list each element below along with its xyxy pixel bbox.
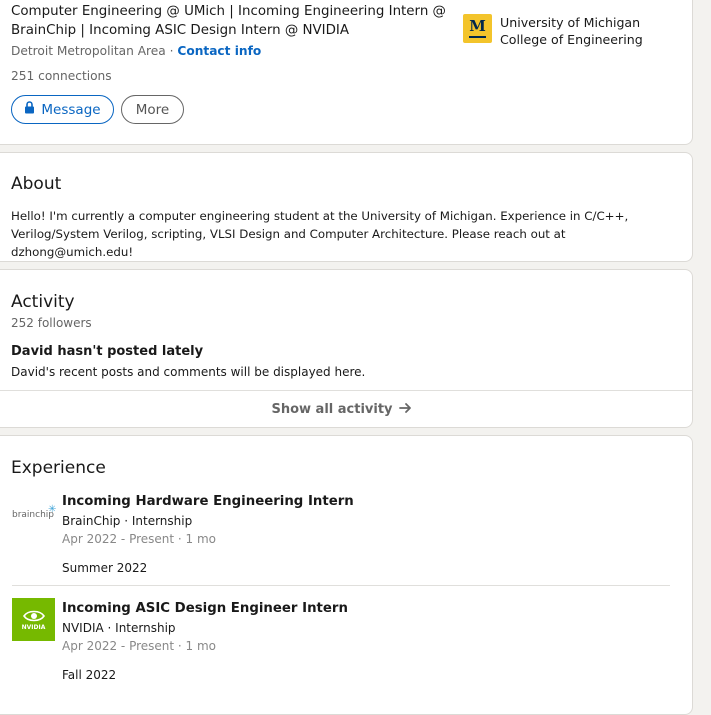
brainchip-logo[interactable]: brainchip ✳ [12,504,58,528]
experience-description: Summer 2022 [62,561,148,575]
message-button-label: Message [41,101,101,118]
experience-dates: Apr 2022 - Present · 1 mo [62,532,217,546]
arrow-right-icon [398,402,412,418]
headline-line-2: BrainChip | Incoming ASIC Design Intern … [11,23,350,38]
school-name-line2: College of Engineering [500,32,643,47]
message-button[interactable]: Message [11,95,114,124]
nvidia-logo[interactable]: NVIDIA [12,598,55,641]
no-posts-title: David hasn't posted lately [11,344,204,359]
experience-card: Experience brainchip ✳ Incoming Hardware… [0,435,693,715]
more-button[interactable]: More [121,95,184,124]
more-button-label: More [135,101,170,118]
about-title: About [11,174,62,194]
experience-role[interactable]: Incoming Hardware Engineering Intern [62,494,354,509]
activity-title: Activity [11,292,75,312]
profile-header-card: Computer Engineering @ UMich | Incoming … [0,0,693,145]
experience-dates: Apr 2022 - Present · 1 mo [62,639,217,653]
experience-company: BrainChip · Internship [62,514,193,528]
followers-count: 252 followers [11,316,92,330]
activity-card: Activity 252 followers David hasn't post… [0,269,693,428]
location-text: Detroit Metropolitan Area [11,44,166,58]
experience-description: Fall 2022 [62,668,117,682]
experience-company: NVIDIA · Internship [62,621,176,635]
show-all-activity-button[interactable]: Show all activity [0,391,692,428]
school-name-line1: University of Michigan [500,15,641,30]
nvidia-eye-icon [22,610,45,621]
experience-divider [12,585,670,586]
connections-count[interactable]: 251 connections [11,69,112,83]
headline-line-1: Computer Engineering @ UMich | Incoming … [11,4,446,19]
school-link[interactable]: M University of Michigan College of Engi… [463,14,643,48]
contact-info-link[interactable]: Contact info [177,44,261,58]
about-card: About Hello! I'm currently a computer en… [0,152,693,262]
lock-icon [24,101,35,118]
experience-role[interactable]: Incoming ASIC Design Engineer Intern [62,601,348,616]
about-text: Hello! I'm currently a computer engineer… [11,209,629,259]
umich-logo: M [463,14,492,43]
no-posts-text: David's recent posts and comments will b… [11,365,366,379]
experience-title: Experience [11,458,106,478]
location-row: Detroit Metropolitan Area · Contact info [11,44,262,58]
show-all-activity-label: Show all activity [271,402,393,417]
